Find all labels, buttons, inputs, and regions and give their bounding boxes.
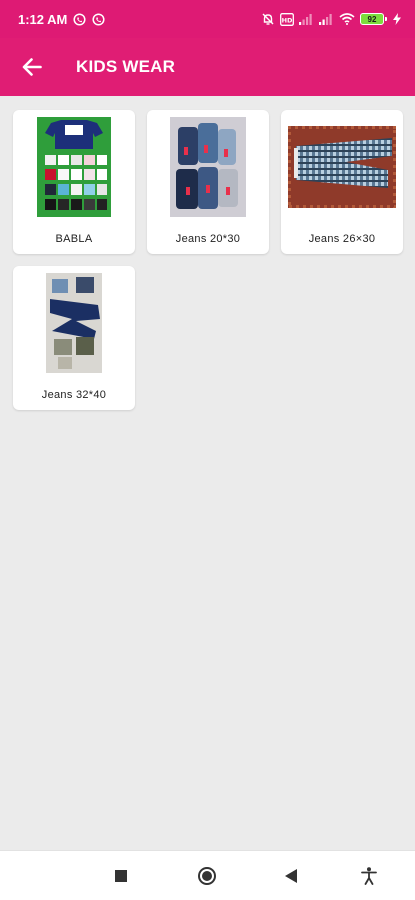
whatsapp-icon xyxy=(92,12,105,26)
signal-icon xyxy=(299,13,314,25)
product-image xyxy=(46,273,102,373)
page-title: KIDS WEAR xyxy=(76,57,176,76)
charging-icon xyxy=(393,13,401,25)
alarm-off-icon xyxy=(261,12,275,26)
wifi-icon xyxy=(339,13,355,25)
product-label: Jeans 32*40 xyxy=(41,389,107,401)
product-card[interactable]: BABLA xyxy=(13,110,135,254)
product-label: BABLA xyxy=(55,233,93,245)
product-grid: BABLA Jeans 20*30 Jeans 26×30 Jeans 32*4… xyxy=(13,110,403,410)
recents-button[interactable] xyxy=(109,864,133,888)
back-button[interactable] xyxy=(17,52,47,82)
battery-icon: 92 xyxy=(360,13,387,25)
product-image xyxy=(37,117,111,217)
status-bar: 1:12 AM HD 92 xyxy=(0,0,415,38)
system-nav-bar xyxy=(0,850,415,900)
product-card[interactable]: Jeans 26×30 xyxy=(281,110,403,254)
product-label: Jeans 26×30 xyxy=(308,233,376,245)
back-nav-button[interactable] xyxy=(279,864,303,888)
home-circle-icon xyxy=(197,866,217,886)
product-card[interactable]: Jeans 20*30 xyxy=(147,110,269,254)
product-image xyxy=(288,117,396,217)
product-label: Jeans 20*30 xyxy=(175,233,241,245)
hd-icon: HD xyxy=(280,12,294,26)
svg-text:HD: HD xyxy=(282,16,293,24)
product-image xyxy=(170,117,246,217)
product-card[interactable]: Jeans 32*40 xyxy=(13,266,135,410)
battery-level: 92 xyxy=(367,14,377,24)
signal-icon xyxy=(319,13,334,25)
home-button[interactable] xyxy=(195,864,219,888)
accessibility-icon xyxy=(361,867,377,885)
recents-square-icon xyxy=(115,870,127,882)
status-time: 1:12 AM xyxy=(18,11,68,27)
whatsapp-icon xyxy=(73,12,86,26)
back-triangle-icon xyxy=(284,869,298,883)
accessibility-button[interactable] xyxy=(357,864,381,888)
arrow-left-icon xyxy=(22,58,42,76)
app-bar: KIDS WEAR xyxy=(0,38,415,96)
